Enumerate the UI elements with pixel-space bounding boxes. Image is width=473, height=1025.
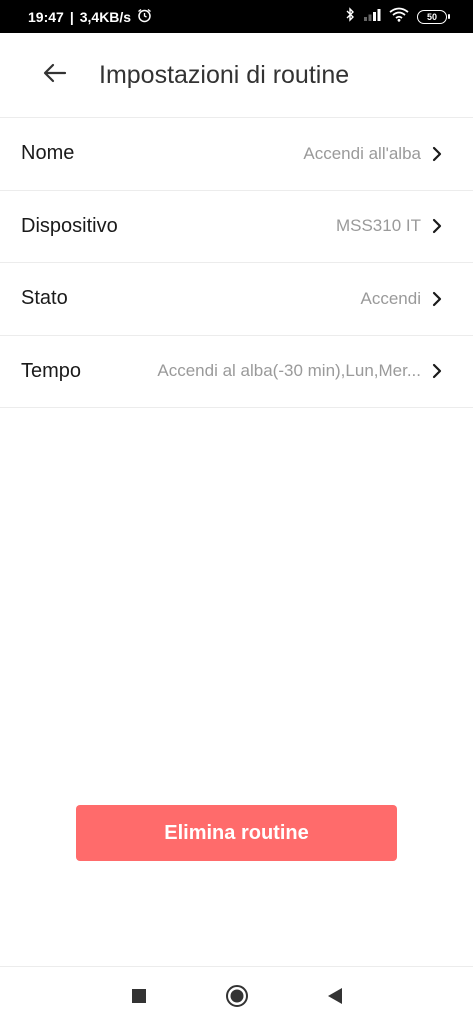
status-left: 19:47 | 3,4KB/s (28, 8, 152, 26)
page-title: Impostazioni di routine (99, 60, 350, 89)
app-bar: Impostazioni di routine (0, 33, 473, 117)
home-button[interactable] (188, 967, 286, 1025)
arrow-left-icon (43, 63, 67, 88)
system-nav-bar (0, 966, 473, 1024)
setting-label: Stato (21, 287, 68, 310)
signal-icon (363, 8, 381, 26)
chevron-right-icon (432, 364, 442, 379)
recents-button[interactable] (90, 967, 188, 1025)
battery-level: 50 (426, 11, 437, 22)
setting-value: Accendi all'alba (303, 143, 421, 163)
circle-icon (225, 984, 248, 1007)
setting-value: MSS310 IT (335, 216, 421, 236)
square-icon (131, 988, 146, 1003)
status-separator: | (69, 8, 74, 25)
setting-row-device[interactable]: Dispositivo MSS310 IT (0, 191, 473, 263)
back-button[interactable] (35, 55, 75, 95)
status-bar: 19:47 | 3,4KB/s 50 (0, 0, 473, 33)
delete-routine-button[interactable]: Elimina routine (76, 805, 397, 861)
setting-value: Accendi al alba(-30 min),Lun,Mer... (157, 361, 421, 381)
status-network-speed: 3,4KB/s (79, 8, 132, 25)
setting-row-name[interactable]: Nome Accendi all'alba (0, 118, 473, 191)
chevron-right-icon (432, 219, 442, 234)
battery-icon: 50 (417, 9, 450, 24)
setting-label: Tempo (21, 359, 82, 382)
setting-row-time[interactable]: Tempo Accendi al alba(-30 min),Lun,Mer..… (0, 336, 473, 408)
bluetooth-icon (345, 6, 355, 27)
setting-label: Nome (21, 142, 75, 165)
setting-label: Dispositivo (21, 214, 118, 237)
chevron-right-icon (432, 146, 442, 161)
triangle-back-icon (327, 987, 342, 1004)
setting-row-state[interactable]: Stato Accendi (0, 263, 473, 336)
settings-list: Nome Accendi all'alba Dispositivo MSS310… (0, 117, 473, 408)
wifi-icon (389, 7, 409, 27)
status-right: 50 (345, 6, 450, 27)
setting-value: Accendi (360, 288, 421, 308)
back-nav-button[interactable] (286, 967, 384, 1025)
chevron-right-icon (432, 291, 442, 306)
status-time: 19:47 (28, 8, 64, 25)
alarm-icon (137, 8, 152, 26)
